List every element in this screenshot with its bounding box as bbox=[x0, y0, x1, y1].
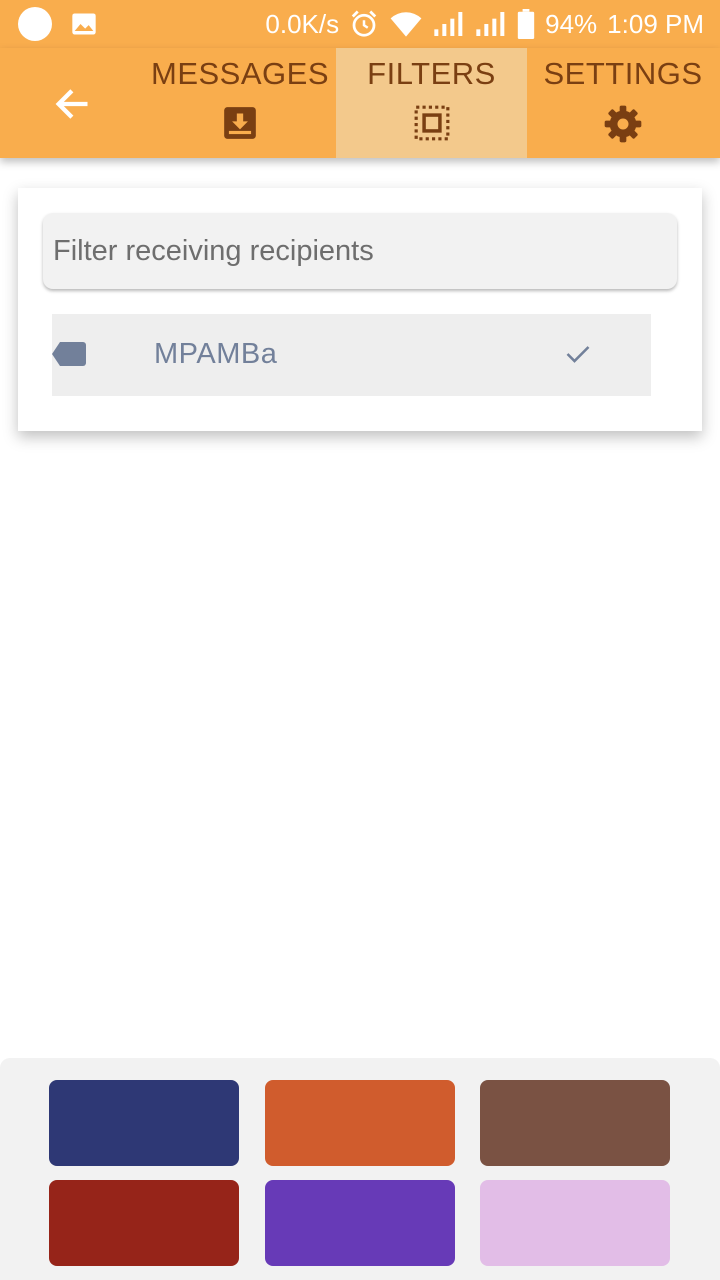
color-swatch[interactable] bbox=[265, 1180, 455, 1266]
color-swatch[interactable] bbox=[49, 1180, 239, 1266]
signal-icon bbox=[476, 12, 505, 36]
list-item-label: MPAMBa bbox=[154, 338, 278, 370]
clock-time: 1:09 PM bbox=[607, 8, 704, 39]
battery-icon bbox=[517, 9, 535, 39]
color-swatch[interactable] bbox=[265, 1080, 455, 1166]
check-icon[interactable] bbox=[562, 340, 594, 368]
tab-settings[interactable]: SETTINGS bbox=[534, 48, 712, 158]
select-frame-icon bbox=[414, 105, 449, 141]
tab-filters-label: FILTERS bbox=[367, 56, 496, 91]
list-item[interactable]: MPAMBa bbox=[52, 314, 651, 396]
tab-messages[interactable]: MESSAGES bbox=[148, 48, 332, 158]
back-button[interactable] bbox=[44, 76, 100, 132]
notification-dot-icon bbox=[18, 7, 52, 41]
wifi-icon bbox=[390, 12, 422, 37]
tab-messages-label: MESSAGES bbox=[151, 56, 329, 91]
top-app-bar: MESSAGES FILTERS SETTINGS bbox=[0, 48, 720, 158]
gear-icon bbox=[604, 105, 642, 143]
tab-filters[interactable]: FILTERS bbox=[336, 48, 527, 158]
image-icon bbox=[72, 13, 96, 35]
tag-icon bbox=[52, 342, 86, 366]
color-swatch[interactable] bbox=[480, 1180, 670, 1266]
tab-settings-label: SETTINGS bbox=[543, 56, 703, 91]
signal-icon bbox=[434, 12, 463, 36]
color-palette bbox=[0, 1058, 720, 1280]
alarm-icon bbox=[351, 10, 377, 37]
filter-card: MPAMBa bbox=[18, 188, 702, 431]
status-bar: 0.0K/s 94% 1:09 PM bbox=[0, 0, 720, 48]
color-swatch[interactable] bbox=[49, 1080, 239, 1166]
filter-recipients-input[interactable] bbox=[43, 213, 677, 289]
inbox-download-icon bbox=[224, 107, 256, 139]
network-speed: 0.0K/s bbox=[265, 8, 340, 39]
battery-level: 94% bbox=[545, 8, 598, 39]
color-swatch[interactable] bbox=[480, 1080, 670, 1166]
arrow-left-icon bbox=[55, 89, 88, 119]
